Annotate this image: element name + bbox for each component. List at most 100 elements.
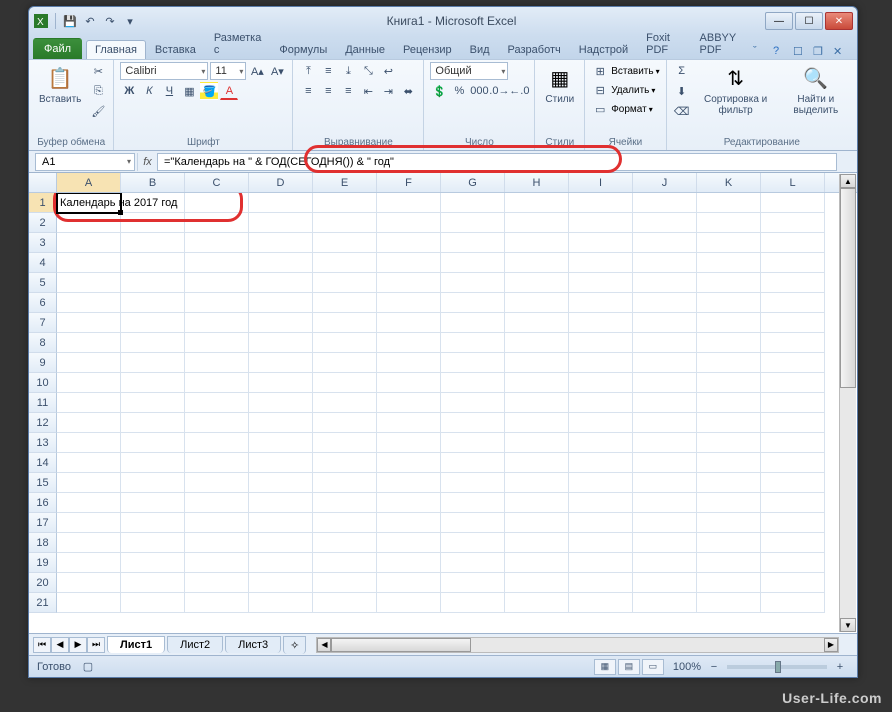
cell[interactable] [761, 553, 825, 573]
cell[interactable] [249, 393, 313, 413]
font-size-combo[interactable]: 11 [210, 62, 246, 80]
cell[interactable] [441, 213, 505, 233]
cell[interactable] [377, 353, 441, 373]
cell[interactable] [697, 233, 761, 253]
cell[interactable] [121, 473, 185, 493]
tab-formulas[interactable]: Формулы [270, 40, 336, 59]
cell[interactable] [313, 393, 377, 413]
tab-foxit[interactable]: Foxit PDF [637, 28, 690, 59]
cell[interactable] [57, 253, 121, 273]
cell[interactable] [505, 253, 569, 273]
tab-home[interactable]: Главная [86, 40, 146, 59]
cell[interactable] [569, 393, 633, 413]
cell[interactable] [569, 593, 633, 613]
sort-filter-button[interactable]: ⇅ Сортировка и фильтр [695, 62, 777, 118]
undo-icon[interactable]: ↶ [82, 13, 98, 29]
cell[interactable] [121, 433, 185, 453]
cell[interactable] [185, 193, 249, 213]
minimize-button[interactable]: — [765, 12, 793, 30]
cell[interactable] [121, 513, 185, 533]
cell[interactable] [185, 393, 249, 413]
cell[interactable] [313, 533, 377, 553]
cell[interactable] [505, 513, 569, 533]
percent-icon[interactable]: % [450, 82, 468, 100]
cell[interactable] [505, 293, 569, 313]
cell[interactable] [185, 273, 249, 293]
save-icon[interactable]: 💾 [62, 13, 78, 29]
cell[interactable] [121, 393, 185, 413]
row-header[interactable]: 21 [29, 593, 57, 613]
cell[interactable] [633, 433, 697, 453]
row-header[interactable]: 11 [29, 393, 57, 413]
zoom-in-icon[interactable]: + [831, 658, 849, 676]
cell[interactable] [569, 353, 633, 373]
cell[interactable] [121, 593, 185, 613]
decrease-indent-icon[interactable]: ⇤ [359, 82, 377, 100]
cell[interactable] [761, 213, 825, 233]
merge-icon[interactable]: ⬌ [399, 82, 417, 100]
cell[interactable] [441, 453, 505, 473]
cell[interactable] [569, 373, 633, 393]
cell[interactable] [761, 373, 825, 393]
increase-indent-icon[interactable]: ⇥ [379, 82, 397, 100]
cell[interactable] [761, 353, 825, 373]
cell[interactable] [185, 453, 249, 473]
window-options-icon[interactable]: ☐ [793, 45, 807, 59]
minimize-ribbon-icon[interactable]: ˇ [753, 45, 767, 59]
fx-button[interactable]: fx [137, 153, 157, 171]
cell[interactable] [633, 533, 697, 553]
clear-icon[interactable]: ⌫ [673, 102, 691, 120]
cell[interactable] [569, 213, 633, 233]
cell[interactable] [57, 593, 121, 613]
cell[interactable] [697, 413, 761, 433]
cell[interactable] [249, 553, 313, 573]
cell[interactable] [249, 513, 313, 533]
cell[interactable] [57, 433, 121, 453]
cell[interactable] [633, 493, 697, 513]
delete-cells-label[interactable]: Удалить [611, 85, 649, 96]
cell[interactable] [761, 273, 825, 293]
decrease-font-icon[interactable]: A▾ [268, 62, 286, 80]
font-name-combo[interactable]: Calibri [120, 62, 208, 80]
cell[interactable] [697, 393, 761, 413]
scroll-left-icon[interactable]: ◀ [317, 638, 331, 652]
cell[interactable] [377, 513, 441, 533]
sheet-tab[interactable]: Лист2 [167, 636, 223, 653]
cell[interactable] [441, 313, 505, 333]
row-header[interactable]: 12 [29, 413, 57, 433]
paste-button[interactable]: 📋 Вставить [35, 62, 85, 107]
row-header[interactable]: 18 [29, 533, 57, 553]
row-header[interactable]: 3 [29, 233, 57, 253]
cell[interactable] [441, 293, 505, 313]
column-header[interactable]: B [121, 173, 185, 192]
cell[interactable] [57, 513, 121, 533]
cell[interactable] [57, 453, 121, 473]
cell[interactable] [313, 253, 377, 273]
cell[interactable] [377, 453, 441, 473]
cell[interactable] [697, 453, 761, 473]
cell[interactable] [761, 513, 825, 533]
cell[interactable] [249, 353, 313, 373]
cell[interactable] [633, 453, 697, 473]
cell[interactable] [249, 253, 313, 273]
cell[interactable] [441, 233, 505, 253]
cell[interactable] [185, 493, 249, 513]
cell[interactable] [505, 373, 569, 393]
cell[interactable] [185, 293, 249, 313]
cell[interactable] [441, 433, 505, 453]
fill-color-icon[interactable]: 🪣 [200, 82, 218, 100]
cell[interactable] [441, 273, 505, 293]
cell[interactable] [761, 313, 825, 333]
cell[interactable] [185, 373, 249, 393]
cell[interactable] [249, 293, 313, 313]
cell[interactable] [569, 333, 633, 353]
cell[interactable] [633, 473, 697, 493]
cell[interactable] [185, 233, 249, 253]
cell[interactable] [249, 453, 313, 473]
row-header[interactable]: 4 [29, 253, 57, 273]
cell[interactable] [185, 533, 249, 553]
cell[interactable] [505, 193, 569, 213]
cell[interactable] [441, 253, 505, 273]
cell[interactable] [121, 573, 185, 593]
cell[interactable] [569, 533, 633, 553]
